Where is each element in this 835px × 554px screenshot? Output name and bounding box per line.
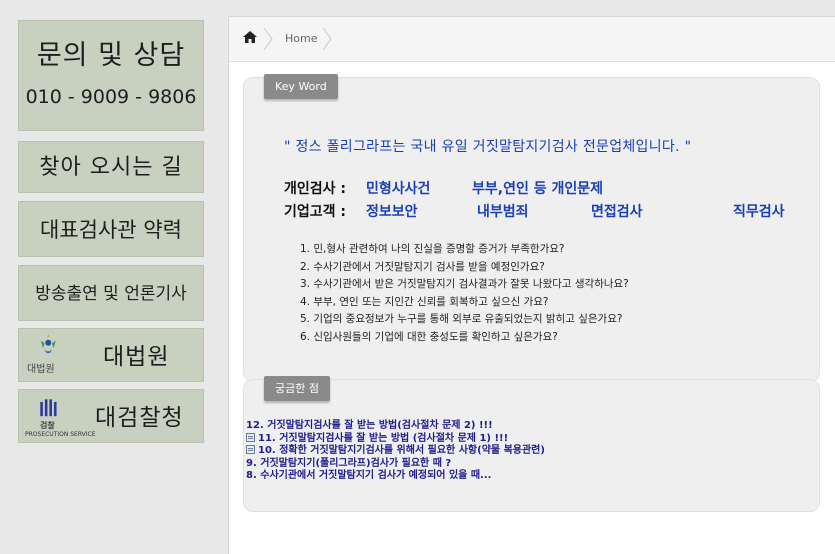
question-item: 2. 수사기관에서 거짓말탐지기 검사를 받을 예정인가요? xyxy=(300,260,545,273)
main-content: Home Key Word " 정스 폴리그라프는 국내 유일 거짓말탐지기검사… xyxy=(228,16,835,554)
document-icon xyxy=(246,432,255,442)
faq-item[interactable]: 10. 정확한 거짓말탐지기검사를 위해서 필요한 사항(약물 복용관련) xyxy=(246,445,545,458)
supreme-court-link[interactable]: 대법원 대법원 xyxy=(18,328,204,382)
contact-title: 문의 및 상담 xyxy=(36,40,186,71)
service-item[interactable]: 내부범죄 xyxy=(477,201,529,221)
media-label: 방송출연 및 언론기사 xyxy=(35,284,187,304)
faq-item[interactable]: 12. 거짓말탐지검사를 잘 받는 방법(검사절차 문제 2) !!! xyxy=(246,420,545,433)
question-item: 1. 민,형사 관련하여 나의 진실을 증명할 증거가 부족한가요? xyxy=(300,243,565,255)
home-icon[interactable] xyxy=(243,31,257,43)
examiner-profile-button[interactable]: 대표검사관 약력 xyxy=(18,201,204,257)
supreme-court-label: 대법원 xyxy=(103,344,170,370)
contact-phone: 010 - 9009 - 9806 xyxy=(25,86,197,108)
service-item[interactable]: 면접검사 xyxy=(591,201,643,221)
supreme-court-logo-icon xyxy=(40,334,56,354)
service-item[interactable]: 직무검사 xyxy=(733,201,785,221)
service-item[interactable]: 정보보안 xyxy=(366,201,418,221)
faq-item[interactable]: 8. 수사기관에서 거짓말탐지기 검사가 예정되어 있을 때... xyxy=(246,470,545,483)
question-item: 3. 수사기관에서 받은 거짓말탐지기 검사결과가 잘못 나왔다고 생각하나요? xyxy=(300,278,629,290)
media-button[interactable]: 방송출연 및 언론기사 xyxy=(18,265,204,321)
supreme-court-logo-caption: 대법원 xyxy=(27,364,55,375)
prosecution-logo-sub: PROSECUTION SERVICE xyxy=(25,431,96,438)
faq-item[interactable]: 11. 거짓말탐지검사를 잘 받는 방법 (검사절차 문제 1) !!! xyxy=(246,432,545,446)
service-item[interactable]: 민형사사건 xyxy=(366,178,430,198)
slogan: " 정스 폴리그라프는 국내 유일 거짓말탐지기검사 전문업체입니다. " xyxy=(284,139,692,155)
faq-item-text: 9. 거짓말탐지기(폴리그라프)검사가 필요한 때 ? xyxy=(246,457,452,469)
faq-item-text: 11. 거짓말탐지검사를 잘 받는 방법 (검사절차 문제 1) !!! xyxy=(258,432,509,444)
breadcrumb: Home xyxy=(229,17,835,62)
faq-item-text: 12. 거짓말탐지검사를 잘 받는 방법(검사절차 문제 2) !!! xyxy=(246,420,493,431)
directions-label: 찾아 오시는 길 xyxy=(39,155,183,180)
document-icon xyxy=(246,445,255,454)
contact-box[interactable]: 문의 및 상담 010 - 9009 - 9806 xyxy=(18,20,204,131)
service-item[interactable]: 부부,연인 등 개인문제 xyxy=(472,178,603,198)
directions-button[interactable]: 찾아 오시는 길 xyxy=(18,141,204,193)
question-item: 4. 부부, 연인 또는 지인간 신뢰를 회복하고 싶으신 가요? xyxy=(300,295,549,308)
prosecution-label: 대검찰청 xyxy=(95,405,184,431)
prosecution-link[interactable]: 검찰 PROSECUTION SERVICE 대검찰청 xyxy=(18,389,204,443)
faq-item-text: 10. 정확한 거짓말탐지기검사를 위해서 필요한 사항(약물 복용관련) xyxy=(258,445,545,456)
keyword-panel: Key Word " 정스 폴리그라프는 국내 유일 거짓말탐지기검사 전문업체… xyxy=(243,74,820,382)
question-list: 1. 민,형사 관련하여 나의 진실을 증명할 증거가 부족한가요? 2. 수사… xyxy=(300,241,629,346)
chevron-right-icon xyxy=(263,27,273,51)
question-item: 6. 신입사원들의 기업에 대한 충성도를 확인하고 싶은가요? xyxy=(300,330,558,343)
keyword-tag: Key Word xyxy=(264,74,338,99)
corporate-label: 기업고객 : xyxy=(284,204,346,220)
prosecution-logo-caption: 검찰 xyxy=(40,421,55,430)
examiner-profile-label: 대표검사관 약력 xyxy=(40,218,182,242)
question-item: 5. 기업의 중요정보가 누구를 통해 외부로 유출되었는지 밝히고 싶은가요? xyxy=(300,313,623,325)
faq-panel: 궁금한 점 12. 거짓말탐지검사를 잘 받는 방법(검사절차 문제 2) !!… xyxy=(243,376,820,512)
personal-label: 개인검사 : xyxy=(284,181,346,197)
faq-item[interactable]: 9. 거짓말탐지기(폴리그라프)검사가 필요한 때 ? xyxy=(246,458,545,471)
faq-list: 12. 거짓말탐지검사를 잘 받는 방법(검사절차 문제 2) !!! 11. … xyxy=(246,420,545,483)
chevron-right-icon xyxy=(322,27,332,51)
breadcrumb-home[interactable]: Home xyxy=(285,32,317,45)
faq-item-text: 8. 수사기관에서 거짓말탐지기 검사가 예정되어 있을 때... xyxy=(246,470,492,481)
faq-tag: 궁금한 점 xyxy=(264,376,330,401)
